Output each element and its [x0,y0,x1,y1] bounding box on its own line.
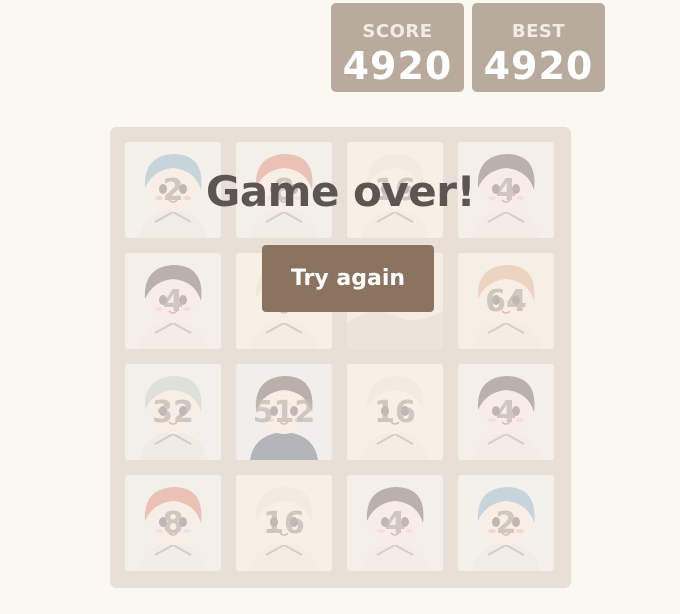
score-value: 4920 [342,44,453,88]
game-over-overlay: Game over! Try again [110,127,571,588]
score-box: SCORE 4920 [331,3,464,92]
best-score-label: BEST [511,21,566,42]
best-score-value: 4920 [483,44,594,88]
best-score-box: BEST 4920 [472,3,605,92]
game-over-message: Game over! [205,167,476,216]
score-label: SCORE [362,21,433,42]
game-board: 28164464643251216481642 Game over! Try a… [110,127,571,588]
try-again-button[interactable]: Try again [262,245,434,312]
